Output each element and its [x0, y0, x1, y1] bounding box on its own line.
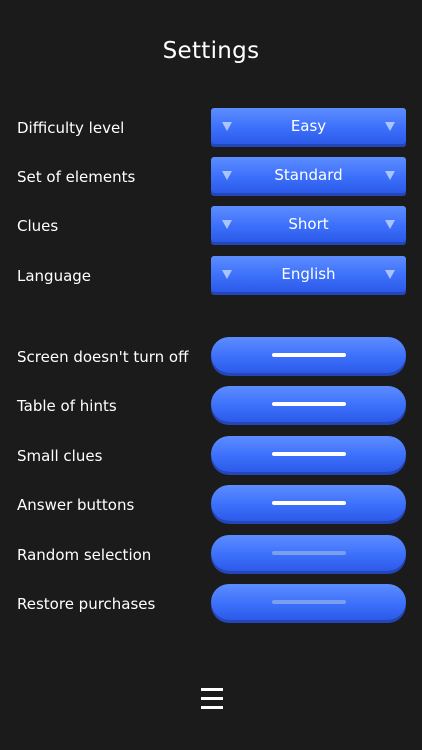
elements-select[interactable]: Standard [211, 157, 406, 193]
triangle-down-icon [385, 220, 395, 229]
hamburger-menu-icon[interactable] [201, 688, 223, 710]
setting-row-language: Language English [0, 256, 422, 296]
screen-on-toggle[interactable] [211, 337, 406, 373]
toggle-indicator [272, 452, 346, 456]
triangle-down-icon [222, 270, 232, 279]
setting-row-difficulty: Difficulty level Easy [0, 108, 422, 148]
random-selection-label: Random selection [17, 546, 152, 564]
setting-row-screen-on: Screen doesn't turn off [0, 337, 422, 377]
toggle-indicator [272, 501, 346, 505]
language-select[interactable]: English [211, 256, 406, 292]
clues-select[interactable]: Short [211, 206, 406, 242]
setting-row-random-selection: Random selection [0, 535, 422, 575]
setting-row-restore-purchases: Restore purchases [0, 584, 422, 624]
setting-row-elements: Set of elements Standard [0, 157, 422, 197]
answer-buttons-label: Answer buttons [17, 496, 135, 514]
language-value: English [281, 265, 336, 283]
random-selection-toggle[interactable] [211, 535, 406, 571]
small-clues-label: Small clues [17, 447, 103, 465]
triangle-down-icon [385, 171, 395, 180]
triangle-down-icon [222, 220, 232, 229]
triangle-down-icon [222, 171, 232, 180]
setting-row-small-clues: Small clues [0, 436, 422, 476]
triangle-down-icon [385, 122, 395, 131]
toggle-indicator [272, 402, 346, 406]
toggle-indicator [272, 353, 346, 357]
difficulty-select[interactable]: Easy [211, 108, 406, 144]
setting-row-hints-table: Table of hints [0, 386, 422, 426]
elements-label: Set of elements [17, 168, 136, 186]
small-clues-toggle[interactable] [211, 436, 406, 472]
hints-table-label: Table of hints [17, 397, 117, 415]
page-title: Settings [162, 38, 260, 64]
screen-on-label: Screen doesn't turn off [17, 348, 189, 366]
hints-table-toggle[interactable] [211, 386, 406, 422]
triangle-down-icon [222, 122, 232, 131]
clues-value: Short [288, 215, 329, 233]
restore-purchases-button[interactable] [211, 584, 406, 620]
answer-buttons-toggle[interactable] [211, 485, 406, 521]
setting-row-answer-buttons: Answer buttons [0, 485, 422, 525]
difficulty-value: Easy [290, 117, 327, 135]
elements-value: Standard [274, 166, 343, 184]
language-label: Language [17, 267, 92, 285]
clues-label: Clues [17, 217, 59, 235]
toggle-indicator [272, 551, 346, 555]
setting-row-clues: Clues Short [0, 206, 422, 246]
difficulty-label: Difficulty level [17, 119, 125, 137]
toggle-indicator [272, 600, 346, 604]
triangle-down-icon [385, 270, 395, 279]
restore-purchases-label: Restore purchases [17, 595, 156, 613]
